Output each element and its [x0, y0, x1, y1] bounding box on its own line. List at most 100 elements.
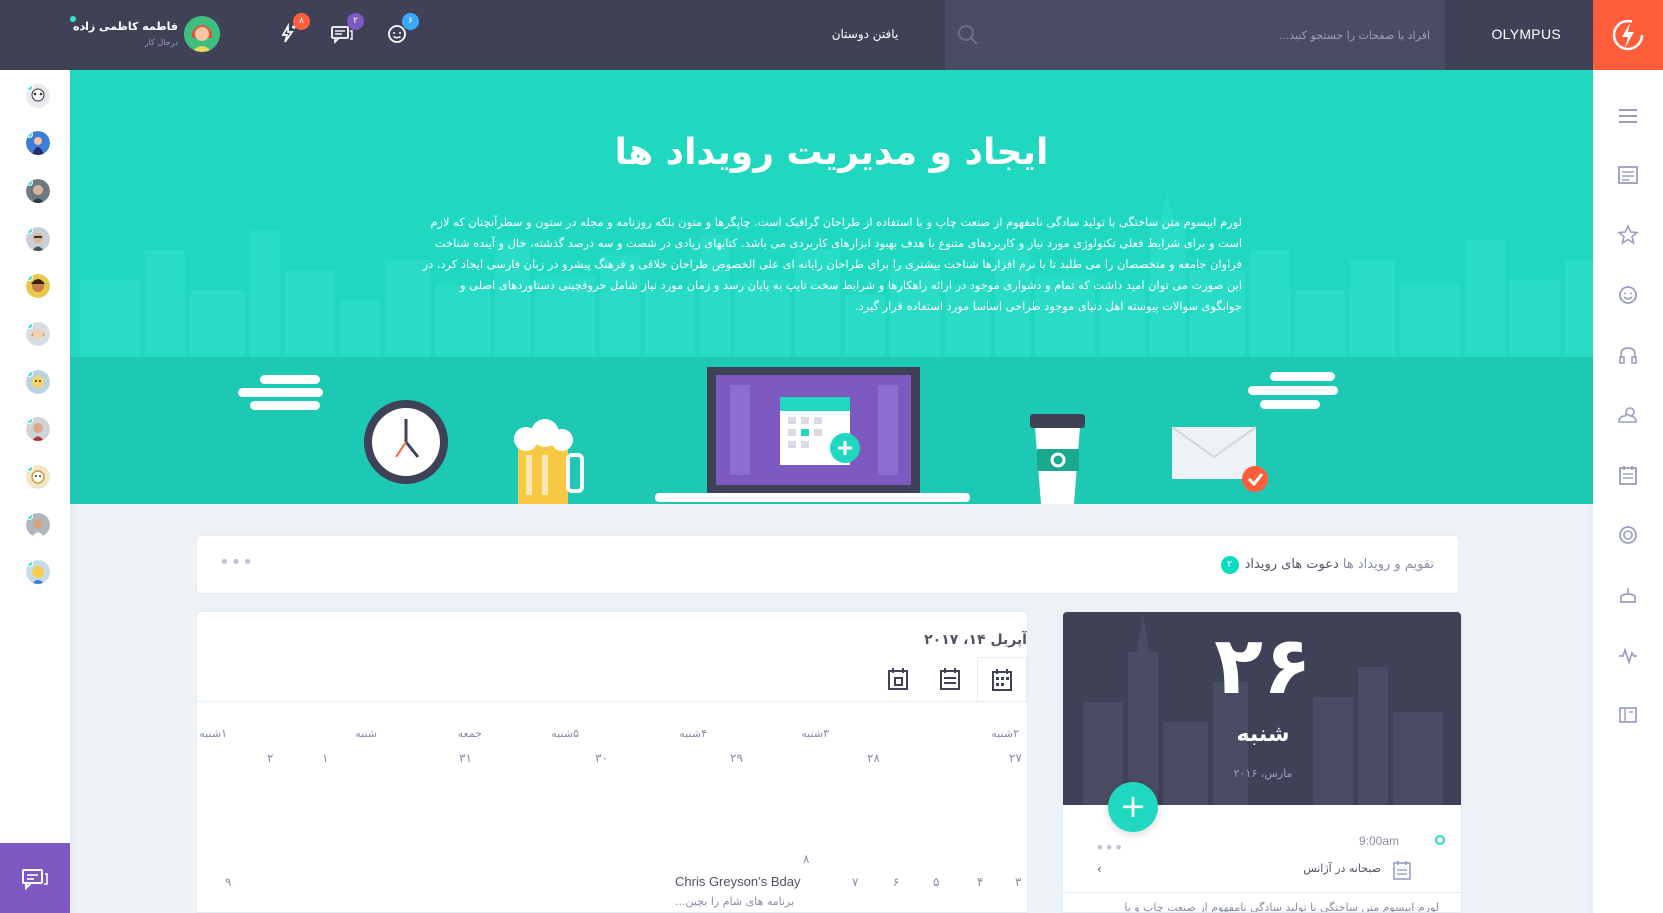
headphones-icon[interactable] — [1615, 342, 1641, 368]
hero-description: لورم ایپسوم متن ساختگی با تولید سادگی نا… — [422, 215, 1242, 313]
calendar-day[interactable]: ۳ — [1015, 875, 1021, 889]
laptop-calendar-icon — [655, 367, 970, 502]
day-view-button[interactable] — [873, 657, 923, 701]
calendar-day[interactable]: ۳۰ — [595, 751, 608, 765]
find-friends-link[interactable]: یافتن دوستان — [800, 0, 930, 70]
friend-requests-button[interactable]: ۶ — [381, 13, 419, 50]
tab-calendar-events[interactable]: تقویم و رویداد ها — [1343, 557, 1434, 572]
notifications-badge: ۸ — [293, 13, 310, 30]
calendar-day[interactable]: ۲۹ — [730, 751, 743, 765]
event-time: 9:00am — [1358, 834, 1399, 848]
user-status: درحال کار — [144, 38, 178, 47]
online-status-dot — [70, 16, 76, 22]
manage-widgets-icon[interactable] — [1615, 702, 1641, 728]
week-view-button[interactable] — [925, 657, 975, 701]
cloud-left-icon — [238, 375, 323, 410]
friend-avatar[interactable] — [26, 322, 50, 346]
calendar-day[interactable]: ۳۱ — [459, 751, 472, 765]
calendar-week-icon — [940, 668, 960, 690]
more-options-icon[interactable]: ••• — [219, 552, 254, 573]
today-events-widget: ۲۶ شنبه مارس، ۲۰۱۶ + 9:00am ••• صبحانه د… — [1062, 611, 1462, 913]
calendar-month-icon — [992, 668, 1012, 691]
calendar-day[interactable]: ۸ — [803, 852, 809, 866]
brand-name[interactable]: OLYMPUS — [1491, 0, 1561, 70]
star-icon[interactable] — [1615, 222, 1641, 248]
notifications-button[interactable]: ۸ — [272, 13, 310, 50]
calendar-day[interactable]: ۲ — [267, 751, 273, 765]
friend-avatar[interactable] — [26, 560, 50, 584]
calendar-icon[interactable] — [1615, 462, 1641, 488]
calendar-day[interactable]: ۲۸ — [867, 751, 880, 765]
calendar-widget: آپریل ۱۴، ۲۰۱۷ ۲شنبه ۳شنبه ۴شنبه ۵شنبه ج… — [196, 611, 1028, 913]
olympus-logo[interactable] — [1593, 0, 1663, 70]
chevron-down-icon: ⌄ — [82, 22, 90, 32]
weather-icon[interactable] — [1615, 402, 1641, 428]
events-tabs-bar: تقویم و رویداد ها دعوت های رویداد ۲ ••• — [196, 535, 1459, 594]
tab-event-invites[interactable]: دعوت های رویداد ۲ — [1220, 555, 1339, 574]
clock-icon — [364, 400, 448, 484]
invites-count-badge: ۲ — [1220, 555, 1239, 574]
calendar-event-subtitle: برنامه های شام را بچین... — [675, 895, 795, 908]
weekday-header: ۵شنبه — [551, 727, 579, 740]
friends-sidebar — [0, 70, 70, 913]
activity-icon[interactable] — [1615, 642, 1641, 668]
weekday-header: ۱شنبه — [199, 727, 227, 740]
events-tabs: تقویم و رویداد ها دعوت های رویداد ۲ — [1220, 536, 1434, 595]
user-avatar — [184, 16, 220, 52]
search-box — [945, 0, 1445, 70]
weekday-header: شنبه — [355, 727, 377, 740]
open-chat-button[interactable] — [0, 843, 70, 913]
friend-avatar[interactable] — [26, 274, 50, 298]
calendar-day[interactable]: ۴ — [977, 875, 983, 889]
cake-icon[interactable] — [1615, 582, 1641, 608]
hero-banner: ایجاد و مدیریت رویداد ها لورم ایپسوم متن… — [70, 70, 1593, 504]
hero-illustration — [238, 367, 1338, 504]
tab-event-invites-label: دعوت های رویداد — [1244, 557, 1339, 572]
date-header: ۲۶ شنبه مارس، ۲۰۱۶ — [1063, 612, 1461, 805]
user-menu[interactable]: فاطمه کاظمی زاده درحال کار ⌄ — [70, 14, 220, 54]
event-timeline-dot — [1435, 835, 1445, 845]
collapse-menu-icon[interactable] — [1615, 103, 1641, 129]
search-icon[interactable] — [957, 24, 979, 46]
friend-avatar[interactable] — [26, 513, 50, 537]
event-description: لورم ایپسوم متن ساختگی با تولید سادگی نا… — [1124, 901, 1439, 913]
friend-avatar[interactable] — [26, 227, 50, 251]
friend-avatar[interactable] — [26, 465, 50, 489]
date-month-year: مارس، ۲۰۱۶ — [1233, 767, 1293, 780]
date-weekday: شنبه — [1236, 722, 1290, 747]
event-more-icon[interactable]: ••• — [1095, 838, 1123, 857]
friend-avatar[interactable] — [26, 417, 50, 441]
weekday-header: جمعه — [457, 727, 482, 740]
lightning-logo-icon — [1612, 19, 1644, 51]
calendar-event-title[interactable]: Chris Greyson’s Bday — [675, 874, 800, 889]
weekday-header: ۲شنبه — [991, 727, 1019, 740]
event-divider — [1063, 892, 1461, 893]
month-view-button[interactable] — [977, 657, 1027, 701]
friend-avatar[interactable] — [26, 179, 50, 203]
top-header: OLYMPUS یافتن دوستان ۶ ۲ ۸ — [0, 0, 1663, 70]
hero-title: ایجاد و مدیریت رویداد ها — [614, 132, 1049, 173]
weekday-header: ۳شنبه — [801, 727, 829, 740]
friend-avatar[interactable] — [26, 370, 50, 394]
add-event-button[interactable]: + — [1108, 782, 1158, 832]
event-name[interactable]: صبحانه در آژانس — [1303, 862, 1381, 875]
calendar-day[interactable]: ۱ — [322, 751, 328, 765]
friend-avatar[interactable] — [26, 131, 50, 155]
friend-avatar[interactable] — [26, 84, 50, 108]
calendar-divider — [197, 701, 1027, 702]
messages-badge: ۲ — [347, 13, 364, 30]
calendar-day[interactable]: ۶ — [893, 875, 899, 889]
calendar-current-date: آپریل ۱۴، ۲۰۱۷ — [924, 632, 1027, 648]
target-icon[interactable] — [1615, 522, 1641, 548]
happy-face-icon[interactable] — [1615, 282, 1641, 308]
calendar-day[interactable]: ۲۷ — [1009, 751, 1022, 765]
calendar-day-icon — [888, 668, 908, 690]
calendar-day[interactable]: ۹ — [225, 875, 231, 889]
search-input[interactable] — [1005, 0, 1430, 70]
weekday-header: ۴شنبه — [679, 727, 707, 740]
chevron-left-icon[interactable]: ‹ — [1097, 862, 1102, 876]
messages-button[interactable]: ۲ — [326, 13, 364, 50]
newsfeed-icon[interactable] — [1615, 162, 1641, 188]
calendar-day[interactable]: ۵ — [933, 875, 939, 889]
calendar-day[interactable]: ۷ — [852, 875, 858, 889]
